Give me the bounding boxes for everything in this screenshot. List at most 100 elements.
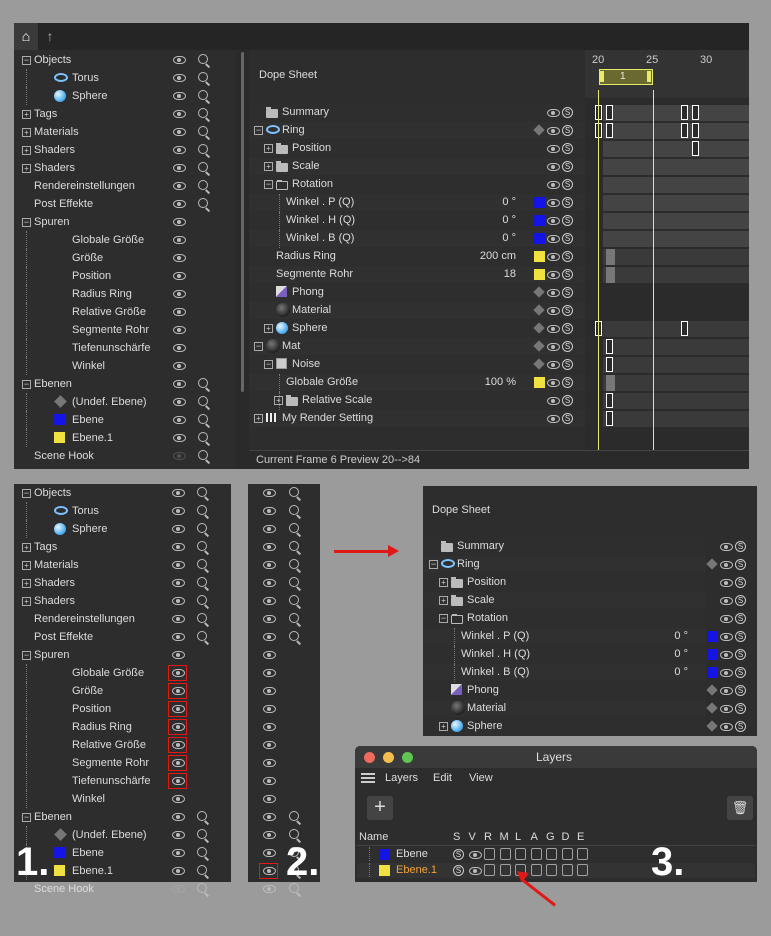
eye-icon[interactable] xyxy=(720,723,733,731)
eye-icon[interactable] xyxy=(173,56,186,64)
search-icon[interactable] xyxy=(289,595,299,605)
expand-icon[interactable]: + xyxy=(22,110,31,119)
eye-icon[interactable] xyxy=(263,813,276,821)
solo-icon[interactable]: S xyxy=(562,107,573,118)
eye-icon[interactable] xyxy=(263,723,276,731)
keyframe[interactable] xyxy=(681,105,688,120)
search-icon[interactable] xyxy=(289,505,299,515)
search-icon[interactable] xyxy=(198,108,208,118)
eye-icon[interactable] xyxy=(720,669,733,677)
keyframe[interactable] xyxy=(606,411,613,426)
close-window-button[interactable] xyxy=(364,752,375,763)
layer-color-swatch[interactable] xyxy=(379,865,390,876)
expand-icon[interactable]: + xyxy=(264,324,273,333)
tree-row[interactable] xyxy=(14,357,236,375)
animation-icon[interactable] xyxy=(530,848,542,860)
range-end-handle[interactable] xyxy=(647,71,651,82)
eye-icon[interactable] xyxy=(263,633,276,641)
row-band[interactable] xyxy=(249,392,585,409)
eye-icon[interactable] xyxy=(263,597,276,605)
solo-icon[interactable]: S xyxy=(735,613,746,624)
expression-icon[interactable] xyxy=(577,848,588,860)
tree-row[interactable] xyxy=(14,267,236,285)
minimize-window-button[interactable] xyxy=(383,752,394,763)
eye-icon[interactable] xyxy=(172,579,185,587)
eye-icon[interactable] xyxy=(720,561,733,569)
search-icon[interactable] xyxy=(197,541,207,551)
search-icon[interactable] xyxy=(197,505,207,515)
solo-icon[interactable]: S xyxy=(735,541,746,552)
expand-icon[interactable]: + xyxy=(22,128,31,137)
expand-icon[interactable]: + xyxy=(22,579,31,588)
eye-icon[interactable] xyxy=(263,705,276,713)
search-icon[interactable] xyxy=(289,523,299,533)
eye-icon[interactable] xyxy=(720,687,733,695)
solo-icon[interactable]: S xyxy=(735,721,746,732)
eye-icon[interactable] xyxy=(469,851,482,859)
collapse-icon[interactable]: − xyxy=(264,180,273,189)
eye-icon[interactable] xyxy=(547,271,560,279)
expand-icon[interactable]: + xyxy=(439,578,448,587)
current-frame-line[interactable] xyxy=(598,90,599,450)
expression-icon[interactable] xyxy=(577,864,588,876)
eye-icon[interactable] xyxy=(173,434,186,442)
eye-icon[interactable] xyxy=(547,307,560,315)
eye-icon[interactable] xyxy=(173,362,186,370)
keyframe[interactable] xyxy=(606,123,613,138)
eye-icon[interactable] xyxy=(263,507,276,515)
eye-icon[interactable] xyxy=(172,795,185,803)
eye-icon[interactable] xyxy=(172,849,185,857)
search-icon[interactable] xyxy=(289,577,299,587)
eye-icon[interactable] xyxy=(469,867,482,875)
collapse-icon[interactable]: − xyxy=(439,614,448,623)
eye-icon[interactable] xyxy=(263,741,276,749)
eye-icon[interactable] xyxy=(547,163,560,171)
eye-icon[interactable] xyxy=(547,145,560,153)
keyframe[interactable] xyxy=(692,105,699,120)
solo-icon[interactable]: S xyxy=(562,377,573,388)
search-icon[interactable] xyxy=(197,559,207,569)
solo-icon[interactable]: S xyxy=(453,865,464,876)
keyframe[interactable] xyxy=(692,123,699,138)
eye-icon[interactable] xyxy=(263,885,276,893)
panel-scrollbar[interactable] xyxy=(241,52,244,392)
deformer-icon[interactable] xyxy=(561,848,573,860)
search-icon[interactable] xyxy=(289,613,299,623)
eye-icon[interactable] xyxy=(173,92,186,100)
generator-icon[interactable] xyxy=(546,864,557,876)
eye-icon[interactable] xyxy=(173,236,186,244)
search-icon[interactable] xyxy=(198,414,208,424)
eye-icon[interactable] xyxy=(173,272,186,280)
solo-icon[interactable]: S xyxy=(735,631,746,642)
search-icon[interactable] xyxy=(198,90,208,100)
eye-icon[interactable] xyxy=(172,885,185,893)
search-icon[interactable] xyxy=(289,631,299,641)
eye-icon[interactable] xyxy=(173,416,186,424)
eye-icon[interactable] xyxy=(263,669,276,677)
eye-icon[interactable] xyxy=(720,597,733,605)
eye-icon[interactable] xyxy=(173,452,186,460)
eye-icon[interactable] xyxy=(263,759,276,767)
eye-icon[interactable] xyxy=(172,507,185,515)
solo-icon[interactable]: S xyxy=(562,233,573,244)
expand-icon[interactable]: + xyxy=(439,722,448,731)
eye-icon[interactable] xyxy=(263,831,276,839)
layer-color-swatch[interactable] xyxy=(379,849,390,860)
tree-row[interactable] xyxy=(14,700,231,718)
eye-icon[interactable] xyxy=(173,164,186,172)
eye-icon[interactable] xyxy=(720,705,733,713)
search-icon[interactable] xyxy=(198,378,208,388)
eye-icon[interactable] xyxy=(547,343,560,351)
collapse-icon[interactable]: − xyxy=(22,651,31,660)
menu-item-edit[interactable]: Edit xyxy=(433,772,452,784)
eye-icon[interactable] xyxy=(172,651,185,659)
eye-icon[interactable] xyxy=(547,415,560,423)
collapse-icon[interactable]: − xyxy=(254,342,263,351)
eye-icon[interactable] xyxy=(173,218,186,226)
eye-icon[interactable] xyxy=(263,795,276,803)
search-icon[interactable] xyxy=(289,829,299,839)
eye-icon[interactable] xyxy=(547,109,560,117)
search-icon[interactable] xyxy=(289,487,299,497)
expand-icon[interactable]: + xyxy=(22,164,31,173)
expand-icon[interactable]: + xyxy=(22,543,31,552)
